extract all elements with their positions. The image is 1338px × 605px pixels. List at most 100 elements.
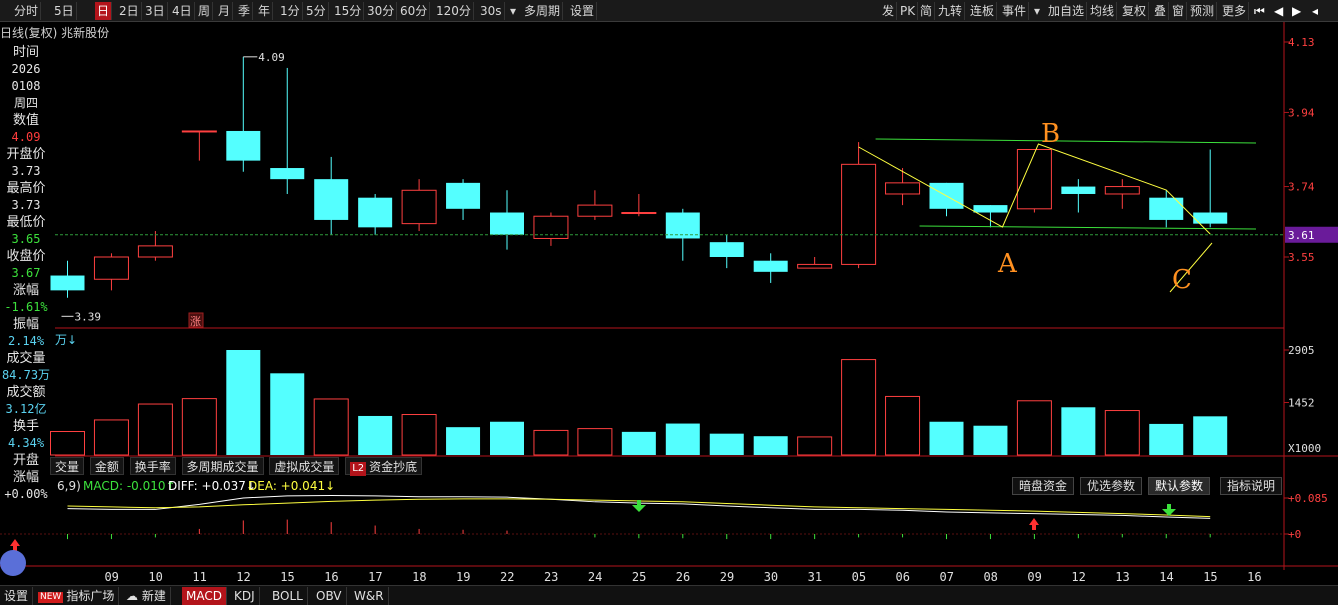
candle — [314, 156, 349, 235]
volume-bar — [665, 423, 700, 455]
x-axis-label: 05 — [852, 570, 866, 584]
x-axis-label: 15 — [280, 570, 294, 584]
candle-body — [1104, 186, 1140, 195]
candle — [1104, 179, 1140, 209]
volume-tab-amount[interactable]: 金额 — [89, 457, 124, 475]
candle — [137, 231, 173, 261]
volume-header: 万↓ — [55, 333, 77, 347]
candle — [709, 234, 744, 269]
volume-bar — [490, 421, 524, 455]
candle — [490, 190, 524, 250]
volume-bar — [358, 415, 393, 455]
dark-pool-button[interactable]: 暗盘资金 — [1012, 477, 1075, 495]
cloud-icon: ☁ — [126, 589, 142, 603]
candle-body — [841, 163, 877, 265]
default-params-button[interactable]: 默认参数 — [1148, 477, 1211, 495]
volume-tick-label: 2905 — [1288, 344, 1315, 357]
candle — [50, 260, 85, 298]
candle-body — [709, 242, 744, 257]
x-axis-label: 29 — [720, 570, 734, 584]
x-axis-label: 17 — [368, 570, 382, 584]
candle-body — [490, 212, 524, 235]
annotation-b: B — [1041, 119, 1060, 149]
new-indicator-label: 新建 — [141, 589, 166, 603]
candle — [577, 190, 613, 220]
volume-bar — [270, 373, 305, 455]
candle-body — [1016, 149, 1052, 210]
indicator-tab-wr[interactable]: W&R — [350, 587, 389, 605]
candle-body — [1061, 186, 1096, 194]
macd-header: 6,9) — [57, 479, 81, 493]
indicator-tab-macd[interactable]: MACD — [182, 587, 227, 605]
candle-body — [577, 204, 613, 217]
candle — [270, 67, 305, 194]
sell-signal-icon — [632, 500, 646, 512]
indicator-tab-kdj[interactable]: KDJ — [230, 587, 260, 605]
candle — [797, 257, 833, 269]
indicator-help-button[interactable]: 指标说明 — [1220, 477, 1283, 495]
x-axis-label: 07 — [940, 570, 954, 584]
volume-tab-multi-period[interactable]: 多周期成交量 — [181, 457, 264, 475]
volume-bar — [533, 429, 569, 456]
x-axis-label: 26 — [676, 570, 690, 584]
indicator-square-button[interactable]: NEW 指标广场 — [34, 587, 120, 605]
x-axis-label: 10 — [148, 570, 162, 584]
volume-tab-virtual[interactable]: 虚拟成交量 — [269, 457, 340, 475]
volume-bar — [577, 428, 613, 456]
diff-value: DIFF: +0.037↓ — [168, 479, 256, 493]
candle — [973, 205, 1008, 228]
optimal-params-button[interactable]: 优选参数 — [1080, 477, 1143, 495]
candle — [358, 193, 393, 235]
candle-body — [797, 263, 833, 269]
settings-button[interactable]: 设置 — [0, 587, 34, 605]
x-axis-label: 19 — [456, 570, 470, 584]
x-axis-label: 11 — [192, 570, 206, 584]
x-axis-label: 13 — [1115, 570, 1129, 584]
candle-body — [93, 256, 129, 280]
support-line — [919, 225, 1257, 230]
macd-tick-label: +0 — [1288, 528, 1301, 541]
volume-bar — [137, 403, 173, 456]
volume-bar — [1016, 400, 1052, 456]
price-tick-label: 3.55 — [1288, 251, 1315, 264]
candle-body — [50, 275, 85, 291]
assistant-avatar-icon[interactable] — [0, 550, 26, 576]
volume-bar — [401, 414, 437, 456]
candle-body — [226, 130, 261, 161]
indicator-square-label: 指标广场 — [66, 589, 115, 603]
chart-canvas: 3.55 3.74 3.94 4.13 3.61 4.09 3.39 A B C 涨万↓ 1452 29… — [0, 22, 1338, 584]
volume-bar — [973, 425, 1008, 455]
volume-bar — [841, 359, 877, 456]
x-axis-label: 12 — [1071, 570, 1085, 584]
candle-body — [1149, 197, 1184, 220]
volume-tab-turnover[interactable]: 换手率 — [129, 457, 176, 475]
x-axis-label: 16 — [324, 570, 338, 584]
candle-body — [358, 197, 393, 228]
candle — [93, 253, 129, 291]
x-axis-label: 12 — [236, 570, 250, 584]
sell-signal-icon — [1162, 504, 1176, 516]
volume-bar — [929, 421, 964, 455]
l2-badge: L2 — [350, 462, 367, 476]
candle — [226, 56, 261, 172]
candle — [1061, 179, 1096, 213]
volume-tabs: 交量 金额 换手率 多周期成交量 虚拟成交量 L2 资金抄底 — [50, 457, 424, 476]
volume-bar — [885, 395, 921, 456]
candle-body — [621, 212, 657, 215]
volume-tab-fund-bottom[interactable]: L2 资金抄底 — [345, 457, 423, 476]
indicator-tab-obv[interactable]: OBV — [312, 587, 347, 605]
price-tick-label: 3.94 — [1288, 106, 1315, 119]
last-price-label: 3.61 — [1288, 229, 1315, 242]
candle-body — [885, 182, 921, 195]
x-axis-label: 30 — [764, 570, 778, 584]
volume-bar — [1104, 410, 1140, 456]
candle-body — [753, 260, 788, 272]
volume-unit: X1000 — [1288, 442, 1321, 455]
volume-bar — [93, 419, 129, 456]
candle — [1193, 149, 1228, 228]
price-tick-label: 3.74 — [1288, 181, 1315, 194]
volume-tab-volume[interactable]: 交量 — [50, 457, 85, 475]
new-indicator-button[interactable]: ☁ 新建 — [122, 587, 171, 605]
indicator-tab-boll[interactable]: BOLL — [268, 587, 308, 605]
candle — [401, 179, 437, 232]
